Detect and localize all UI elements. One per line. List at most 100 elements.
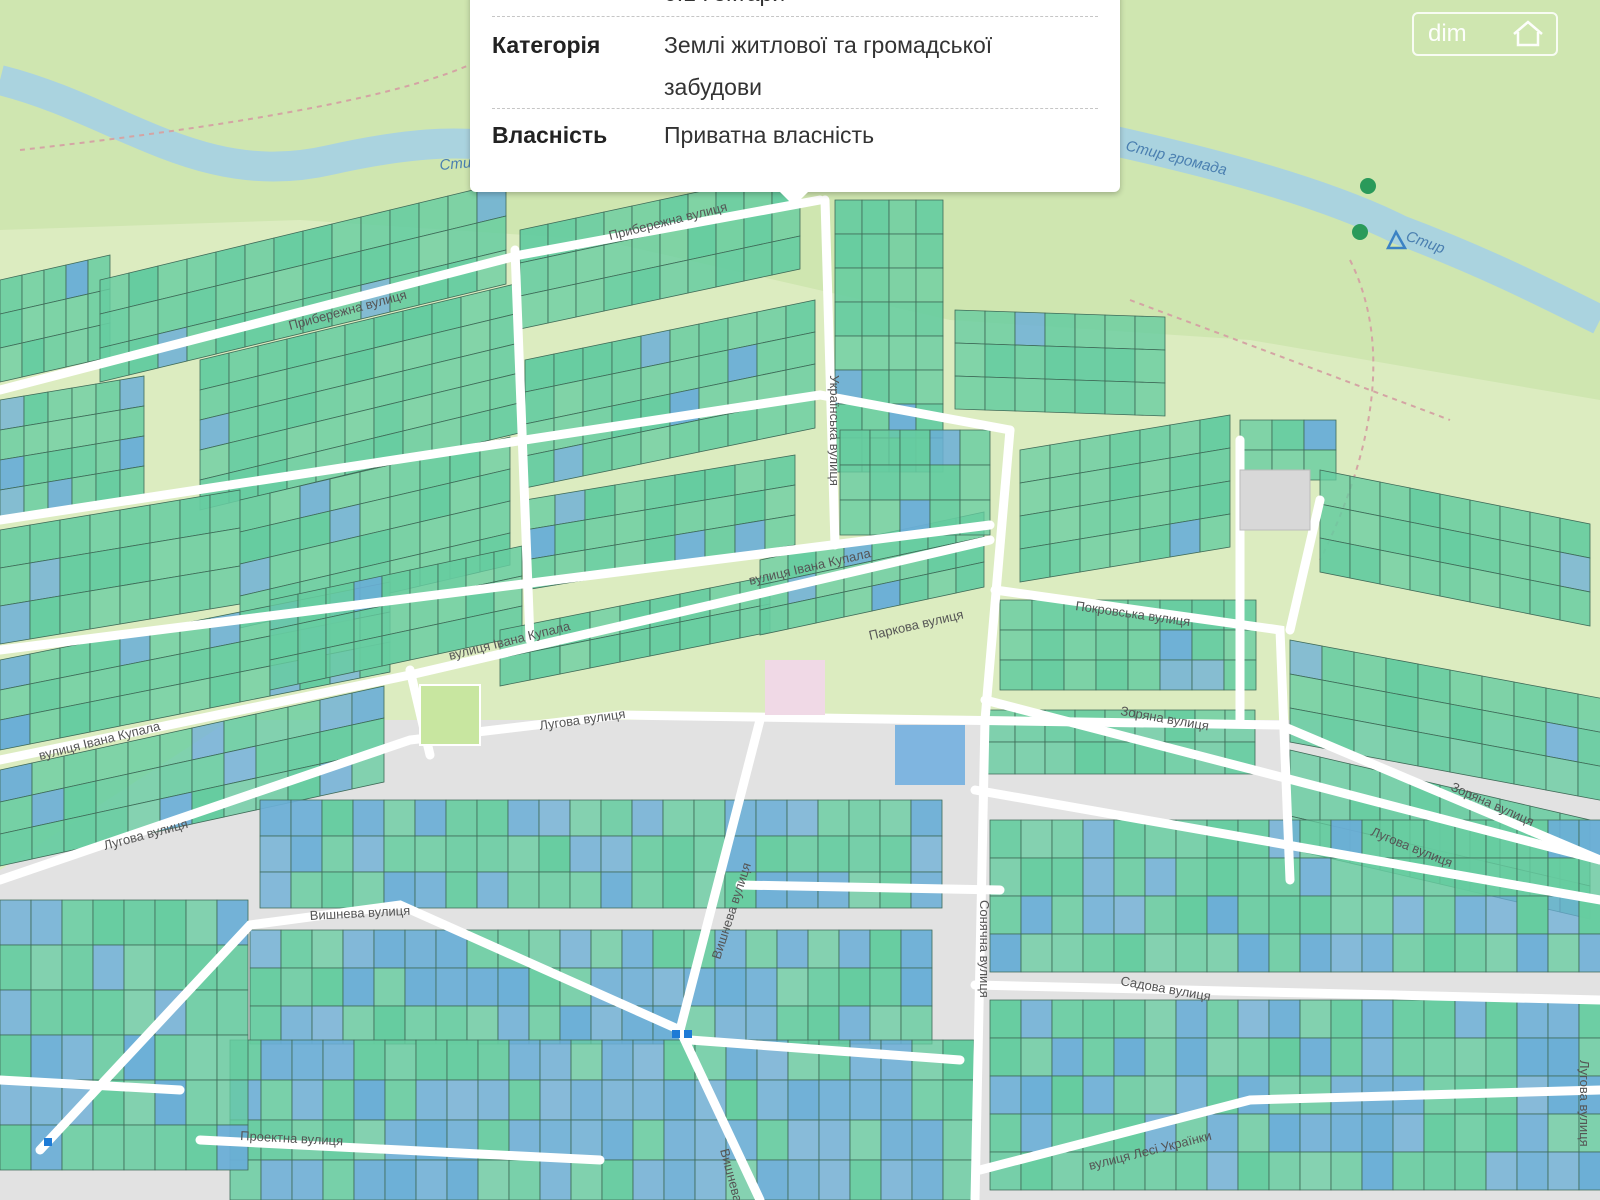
land-parcel[interactable] [559,1005,592,1045]
land-parcel[interactable] [154,899,187,946]
land-parcel[interactable] [1481,709,1515,751]
land-parcel[interactable] [1082,933,1115,973]
land-parcel[interactable] [1547,999,1580,1039]
land-parcel[interactable] [915,267,944,303]
land-parcel[interactable] [1109,462,1141,502]
land-parcel[interactable] [869,929,902,969]
land-parcel[interactable] [1349,475,1381,517]
land-parcel[interactable] [869,1005,902,1045]
land-parcel[interactable] [61,989,94,1036]
land-parcel[interactable] [1299,1151,1332,1191]
land-parcel[interactable] [321,835,354,873]
land-parcel[interactable] [61,899,94,946]
land-parcel[interactable] [1113,933,1146,973]
land-parcel[interactable] [321,799,354,837]
land-parcel[interactable] [1417,663,1451,705]
land-parcel[interactable] [1319,469,1351,511]
land-parcel[interactable] [30,944,63,991]
land-parcel[interactable] [0,826,33,867]
land-parcel[interactable] [21,337,45,378]
land-parcel[interactable] [1134,348,1166,384]
land-parcel[interactable] [1206,933,1239,973]
land-parcel[interactable] [1417,697,1451,739]
land-parcel[interactable] [1020,933,1053,973]
land-parcel[interactable] [65,259,89,300]
land-parcel[interactable] [745,929,778,969]
land-parcel[interactable] [734,459,766,496]
land-parcel[interactable] [1051,933,1084,973]
land-parcel[interactable] [1516,1151,1549,1191]
land-parcel[interactable] [1020,1113,1053,1153]
land-parcel[interactable] [888,335,917,371]
land-parcel[interactable] [1516,895,1549,935]
land-parcel[interactable] [1049,472,1081,512]
land-parcel[interactable] [1169,452,1201,492]
land-parcel[interactable] [1082,895,1115,935]
land-parcel[interactable] [984,376,1016,412]
land-parcel[interactable] [1144,999,1177,1039]
land-parcel[interactable] [1385,725,1419,767]
land-parcel[interactable] [1547,933,1580,973]
land-parcel[interactable] [1529,579,1561,621]
land-parcel[interactable] [29,595,61,640]
land-parcel[interactable] [1082,819,1115,859]
land-parcel[interactable] [603,238,633,279]
land-parcel[interactable] [1199,513,1231,553]
land-parcel[interactable] [1139,490,1171,530]
land-parcel[interactable] [704,494,736,531]
land-parcel[interactable] [507,799,540,837]
land-parcel[interactable] [911,1079,944,1121]
land-parcel[interactable] [414,799,447,837]
land-parcel[interactable] [71,383,97,419]
land-parcel[interactable] [1547,1037,1580,1077]
land-parcel[interactable] [89,547,121,592]
land-parcel[interactable] [1330,933,1363,973]
land-parcel[interactable] [659,259,689,300]
land-parcel[interactable] [1079,500,1111,540]
land-parcel[interactable] [269,653,299,691]
land-parcel[interactable] [1113,857,1146,897]
land-parcel[interactable] [1268,895,1301,935]
land-parcel[interactable] [1289,673,1323,715]
land-parcel[interactable] [600,835,633,873]
land-parcel[interactable] [687,253,717,294]
land-parcel[interactable] [632,1119,665,1161]
land-parcel[interactable] [848,835,881,873]
land-parcel[interactable] [1545,687,1579,729]
land-parcel[interactable] [0,944,32,991]
land-parcel[interactable] [1454,1113,1487,1153]
land-parcel[interactable] [954,375,986,411]
land-parcel[interactable] [404,967,437,1007]
land-parcel[interactable] [1031,629,1065,661]
land-parcel[interactable] [989,1037,1022,1077]
land-parcel[interactable] [553,347,584,387]
land-parcel[interactable] [631,265,661,306]
land-parcel[interactable] [1392,1151,1425,1191]
land-parcel[interactable] [1289,639,1323,681]
land-parcel[interactable] [849,1119,882,1161]
land-parcel[interactable] [1104,741,1136,775]
land-parcel[interactable] [1239,419,1273,451]
land-parcel[interactable] [1454,999,1487,1039]
land-parcel[interactable] [1485,933,1518,973]
land-parcel[interactable] [1439,493,1471,535]
land-parcel[interactable] [1361,1037,1394,1077]
land-parcel[interactable] [1303,419,1337,451]
land-parcel[interactable] [1330,1037,1363,1077]
land-parcel[interactable] [1271,419,1305,451]
land-parcel[interactable] [899,464,931,501]
land-parcel[interactable] [119,542,151,587]
land-parcel[interactable] [123,1124,156,1171]
land-parcel[interactable] [1268,999,1301,1039]
land-parcel[interactable] [652,929,685,969]
land-parcel[interactable] [489,402,520,441]
land-parcel[interactable] [352,871,385,909]
land-parcel[interactable] [1268,1037,1301,1077]
land-parcel[interactable] [1206,1151,1239,1191]
land-parcel[interactable] [787,1079,820,1121]
land-parcel[interactable] [1051,1075,1084,1115]
land-parcel[interactable] [1020,1037,1053,1077]
land-parcel[interactable] [415,1039,448,1081]
land-parcel[interactable] [1049,505,1081,545]
land-parcel[interactable] [631,232,661,273]
